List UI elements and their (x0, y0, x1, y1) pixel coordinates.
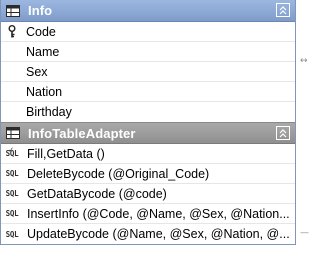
column-name: Nation (26, 84, 63, 99)
relation-connector-mark: — (300, 228, 309, 238)
column-name: Sex (26, 64, 48, 79)
query-row-getdata[interactable]: SQL GetDataBycode (@code) (1, 184, 295, 204)
column-row-sex[interactable]: Sex (1, 62, 295, 82)
table-adapter-title: InfoTableAdapter (28, 125, 136, 141)
collapse-up-icon[interactable] (276, 3, 290, 17)
info-table-title: Info (28, 3, 53, 18)
column-name: Birthday (26, 105, 72, 119)
collapse-up-icon[interactable] (276, 126, 290, 140)
query-row-delete[interactable]: SQL DeleteBycode (@Original_Code) (1, 164, 295, 184)
query-row-insert[interactable]: SQL InsertInfo (@Code, @Name, @Sex, @Nat… (1, 204, 295, 224)
column-row-nation[interactable]: Nation (1, 82, 295, 102)
info-table-header[interactable]: Info (1, 0, 295, 22)
query-list: ✓ SQL Fill,GetData () SQL DeleteBycode (… (1, 144, 295, 244)
sql-query-icon: SQL (5, 229, 19, 239)
info-column-list: Code Name Sex Nation Birthday (1, 22, 295, 122)
query-name: InsertInfo (@Code, @Name, @Sex, @Nation.… (27, 206, 290, 221)
column-row-birthday[interactable]: Birthday (1, 102, 295, 122)
column-row-name[interactable]: Name (1, 42, 295, 62)
table-adapter-header[interactable]: InfoTableAdapter (1, 122, 295, 144)
column-row-code[interactable]: Code (1, 22, 295, 42)
sql-query-icon: ✓ SQL (5, 145, 19, 158)
query-name: Fill,GetData () (27, 146, 105, 161)
sql-query-icon: SQL (5, 169, 19, 178)
sql-query-icon: SQL (5, 209, 19, 218)
table-icon (5, 3, 21, 19)
key-icon (1, 22, 23, 41)
relation-connector-mark: ↔ (300, 56, 308, 66)
sql-query-icon: SQL (5, 189, 19, 198)
column-name: Code (26, 24, 56, 39)
query-name: GetDataBycode (@code) (27, 186, 167, 201)
table-adapter-icon (5, 125, 21, 141)
column-name: Name (26, 44, 60, 59)
query-row-update[interactable]: SQL UpdateBycode (@Name, @Sex, @Nation, … (1, 224, 295, 244)
query-name: DeleteBycode (@Original_Code) (27, 166, 210, 181)
check-icon: ✓ (8, 145, 14, 154)
dataset-designer-panel: Info Code Name Sex Nation Birthday InfoT… (0, 0, 296, 245)
query-row-fill[interactable]: ✓ SQL Fill,GetData () (1, 144, 295, 164)
query-name: UpdateBycode (@Name, @Sex, @Nation, @... (27, 227, 290, 241)
